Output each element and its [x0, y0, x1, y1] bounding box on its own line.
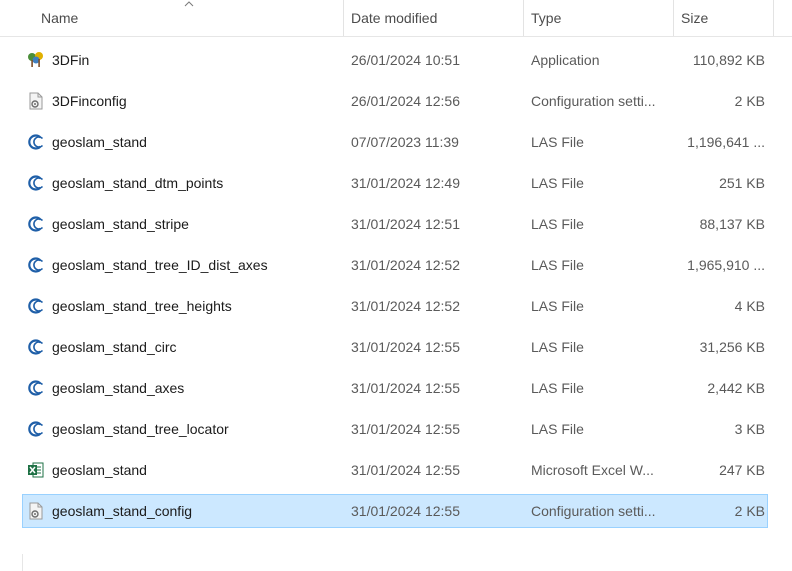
column-header-bar: Name Date modified Type Size: [0, 0, 792, 37]
column-header-name[interactable]: Name: [41, 0, 341, 36]
file-type: LAS File: [531, 216, 584, 232]
file-type: Application: [531, 52, 600, 68]
las-file-icon: [27, 215, 45, 233]
file-name: geoslam_stand_config: [52, 503, 193, 519]
file-date-modified: 31/01/2024 12:55: [351, 462, 460, 478]
file-name: geoslam_stand: [52, 134, 147, 150]
file-name: 3DFinconfig: [52, 93, 127, 109]
column-divider[interactable]: [773, 0, 774, 36]
file-date-modified: 07/07/2023 11:39: [351, 134, 459, 150]
file-size: 3 KB: [734, 421, 765, 437]
file-row[interactable]: 3DFin 26/01/2024 10:51 Application 110,892 …: [22, 43, 768, 77]
las-file-icon: [27, 133, 45, 151]
file-size: 2 KB: [734, 503, 765, 519]
file-size: 251 KB: [719, 175, 765, 191]
file-size: 88,137 KB: [699, 216, 765, 232]
file-row[interactable]: geoslam_stand 31/01/2024 12:55 Microsoft E…: [22, 453, 768, 487]
file-size: 4 KB: [734, 298, 765, 314]
file-size: 110,892 KB: [692, 52, 765, 68]
file-name: 3DFin: [52, 52, 90, 68]
file-date-modified: 31/01/2024 12:55: [351, 503, 460, 519]
file-name: geoslam_stand_stripe: [52, 216, 189, 232]
file-type: LAS File: [531, 380, 584, 396]
file-row[interactable]: geoslam_stand_tree_ID_dist_axes 31/01/202…: [22, 248, 768, 282]
file-date-modified: 31/01/2024 12:49: [351, 175, 460, 191]
file-date-modified: 31/01/2024 12:55: [351, 421, 460, 437]
excel-file-icon: [27, 461, 45, 479]
file-size: 2,442 KB: [707, 380, 765, 396]
file-name: geoslam_stand_tree_locator: [52, 421, 229, 437]
file-size: 1,965,910 ...: [687, 257, 765, 273]
column-header-size[interactable]: Size: [681, 0, 771, 36]
file-row[interactable]: geoslam_stand_circ 31/01/2024 12:55 LAS Fi…: [22, 330, 768, 364]
column-divider[interactable]: [673, 0, 674, 36]
file-type: LAS File: [531, 298, 584, 314]
column-divider[interactable]: [343, 0, 344, 36]
las-file-icon: [27, 420, 45, 438]
file-date-modified: 31/01/2024 12:52: [351, 257, 460, 273]
config-file-icon: [27, 92, 45, 110]
file-type: LAS File: [531, 257, 584, 273]
las-file-icon: [27, 338, 45, 356]
las-file-icon: [27, 174, 45, 192]
file-row[interactable]: geoslam_stand_dtm_points 31/01/2024 12:49…: [22, 166, 768, 200]
app-icon: [27, 51, 45, 69]
file-row[interactable]: geoslam_stand_axes 31/01/2024 12:55 LAS Fi…: [22, 371, 768, 405]
file-type: Configuration setti...: [531, 503, 656, 519]
file-date-modified: 31/01/2024 12:52: [351, 298, 460, 314]
file-row[interactable]: geoslam_stand_config 31/01/2024 12:55 Conf…: [22, 494, 768, 528]
file-size: 1,196,641 ...: [687, 134, 765, 150]
file-row[interactable]: geoslam_stand_tree_heights 31/01/2024 12:…: [22, 289, 768, 323]
file-type: LAS File: [531, 421, 584, 437]
file-name: geoslam_stand_axes: [52, 380, 185, 396]
file-date-modified: 31/01/2024 12:51: [351, 216, 460, 232]
column-header-type[interactable]: Type: [531, 0, 671, 36]
file-row[interactable]: 3DFinconfig 26/01/2024 12:56 Configuration…: [22, 84, 768, 118]
file-size: 2 KB: [734, 93, 765, 109]
file-date-modified: 26/01/2024 10:51: [351, 52, 460, 68]
file-date-modified: 31/01/2024 12:55: [351, 380, 460, 396]
file-size: 31,256 KB: [699, 339, 765, 355]
las-file-icon: [27, 256, 45, 274]
file-type: Microsoft Excel W...: [531, 462, 654, 478]
column-divider[interactable]: [523, 0, 524, 36]
file-date-modified: 26/01/2024 12:56: [351, 93, 460, 109]
file-name: geoslam_stand_circ: [52, 339, 177, 355]
file-row[interactable]: geoslam_stand_tree_locator 31/01/2024 12:…: [22, 412, 768, 446]
file-row[interactable]: geoslam_stand_stripe 31/01/2024 12:51 LAS …: [22, 207, 768, 241]
config-file-icon: [27, 502, 45, 520]
file-name: geoslam_stand_dtm_points: [52, 175, 224, 191]
file-name: geoslam_stand: [52, 462, 147, 478]
file-row[interactable]: geoslam_stand 07/07/2023 11:39 LAS File 1,1…: [22, 125, 768, 159]
column-header-date-modified[interactable]: Date modified: [351, 0, 521, 36]
file-type: LAS File: [531, 339, 584, 355]
file-name: geoslam_stand_tree_heights: [52, 298, 232, 314]
file-type: LAS File: [531, 175, 584, 191]
file-type: LAS File: [531, 134, 584, 150]
file-name: geoslam_stand_tree_ID_dist_axes: [52, 257, 268, 273]
list-edge: [22, 554, 23, 571]
file-date-modified: 31/01/2024 12:55: [351, 339, 460, 355]
las-file-icon: [27, 297, 45, 315]
las-file-icon: [27, 379, 45, 397]
file-size: 247 KB: [719, 462, 765, 478]
file-type: Configuration setti...: [531, 93, 656, 109]
